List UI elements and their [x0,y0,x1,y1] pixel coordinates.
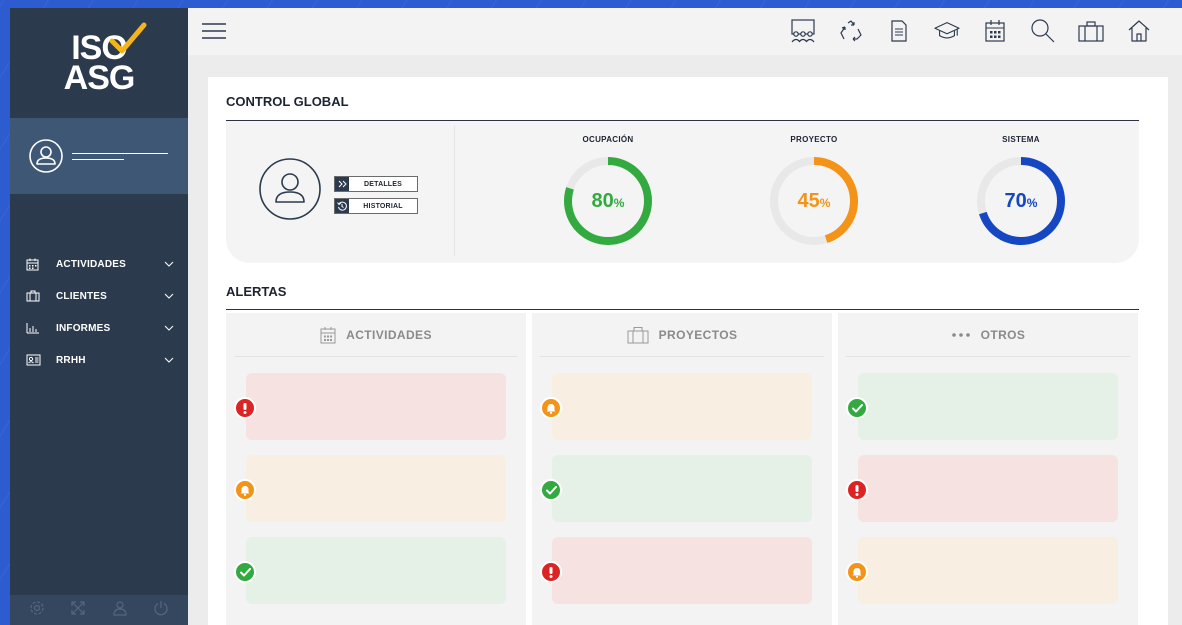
calendar-icon [26,258,44,271]
history-icon [335,199,349,213]
user-icon[interactable] [112,600,128,621]
check-alert-icon [234,561,256,583]
expand-icon[interactable] [70,600,86,621]
document-icon[interactable] [886,16,912,46]
alert-item-error[interactable] [846,455,1118,522]
column-title: PROYECTOS [658,327,738,342]
alert-item-error[interactable] [234,373,506,440]
chevron-down-icon [164,323,174,334]
bell-alert-icon [846,561,868,583]
user-panel[interactable] [10,118,188,194]
bar-chart-icon [26,322,44,334]
section-title-control-global: CONTROL GLOBAL [226,94,349,109]
bell-alert-icon [540,397,562,419]
check-alert-icon [540,479,562,501]
section-title-alertas: ALERTAS [226,284,287,299]
checkmark-icon [109,22,147,54]
vertical-divider [454,126,455,256]
column-header: PROYECTOS [540,313,824,357]
gauge-ocupacion: OCUPACIÓN 80% [558,135,658,249]
alerts-column-proyectos: PROYECTOS [532,313,832,625]
sidebar-nav: ACTIVIDADES CLIENTES INFORMES RRHH [10,248,188,376]
gauge-proyecto: PROYECTO 45% [764,135,864,249]
history-button-label: HISTORIAL [363,202,403,210]
gauge-ring: 45% [770,157,858,245]
briefcase-icon[interactable] [1078,16,1104,46]
chevron-down-icon [164,259,174,270]
column-header: OTROS [846,313,1130,357]
chevron-down-icon [164,355,174,366]
gauge-label: PROYECTO [790,135,838,144]
id-card-icon [26,354,44,366]
power-icon[interactable] [153,600,169,621]
sidebar-item-rrhh[interactable]: RRHH [10,344,188,376]
gauge-sistema: SISTEMA 70% [971,135,1071,249]
sidebar-item-clientes[interactable]: CLIENTES [10,280,188,312]
sidebar-item-label: CLIENTES [56,290,108,302]
sidebar-item-label: ACTIVIDADES [56,258,126,270]
sidebar-item-label: RRHH [56,354,86,366]
bell-alert-icon [234,479,256,501]
sidebar-item-informes[interactable]: INFORMES [10,312,188,344]
gear-icon[interactable] [29,600,45,621]
details-button[interactable]: DETALLES [334,176,418,192]
search-icon[interactable] [1030,16,1056,46]
svg-text:70%: 70% [1005,190,1038,212]
briefcase-icon [627,326,649,344]
user-name-placeholder [72,148,168,165]
calendar-icon[interactable] [982,16,1008,46]
topbar [188,8,1182,55]
graduation-cap-icon[interactable] [934,16,960,46]
sidebar-item-actividades[interactable]: ACTIVIDADES [10,248,188,280]
logo-line-2: ASG [63,59,136,97]
alerts-column-otros: OTROS [838,313,1138,625]
details-button-label: DETALLES [363,180,403,188]
history-button[interactable]: HISTORIAL [334,198,418,214]
home-icon[interactable] [1126,16,1152,46]
sidebar-footer [10,595,188,625]
hamburger-menu-icon[interactable] [202,22,226,45]
alert-item-ok[interactable] [846,373,1118,440]
column-title: ACTIVIDADES [346,327,432,342]
sidebar: ISO ASG ACTIVIDADES CLIENTES INFORMES RR… [10,8,188,625]
alert-item-ok[interactable] [234,537,506,604]
sidebar-item-label: INFORMES [56,322,111,334]
recycle-icon[interactable] [838,16,864,46]
section-divider [226,309,1139,310]
alert-item-warning[interactable] [234,455,506,522]
alert-item-warning[interactable] [540,373,812,440]
profile-avatar-icon [258,157,322,226]
briefcase-icon [26,290,44,302]
alert-item-error[interactable] [540,537,812,604]
chevron-down-icon [164,291,174,302]
gauge-label: OCUPACIÓN [582,135,634,144]
app-logo[interactable]: ISO ASG [10,8,188,118]
check-alert-icon [846,397,868,419]
alert-item-warning[interactable] [846,537,1118,604]
error-alert-icon [540,561,562,583]
gauge-ring: 70% [977,157,1065,245]
control-global-panel: DETALLES HISTORIAL OCUPACIÓN 80% PROYECT… [226,121,1139,263]
column-header: ACTIVIDADES [234,313,518,357]
alert-item-ok[interactable] [540,455,812,522]
team-icon[interactable] [790,16,816,46]
dashboard-card: CONTROL GLOBAL DETALLES HISTORIAL OCUPAC… [208,77,1168,625]
alerts-column-actividades: ACTIVIDADES [226,313,526,625]
more-dots-icon [951,332,971,338]
error-alert-icon [234,397,256,419]
gauge-ring: 80% [564,157,652,245]
double-chevron-right-icon [335,177,349,191]
column-title: OTROS [980,327,1026,342]
calendar-icon [320,326,336,344]
error-alert-icon [846,479,868,501]
user-avatar-icon [29,139,63,173]
svg-text:45%: 45% [798,190,831,212]
gauge-label: SISTEMA [1002,135,1040,144]
svg-text:80%: 80% [592,190,625,212]
